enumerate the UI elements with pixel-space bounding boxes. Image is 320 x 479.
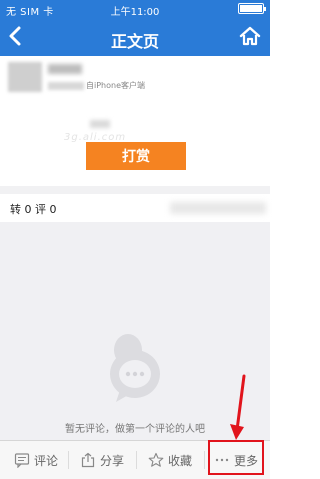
post-time-blurred (48, 81, 84, 90)
stats-bar: 转 0 评 0 (0, 194, 270, 222)
home-icon[interactable] (238, 24, 262, 48)
comment-icon (14, 453, 30, 468)
username-blurred[interactable] (48, 64, 82, 74)
toolbar-separator (204, 451, 205, 469)
toolbar-separator (68, 451, 69, 469)
comment-label: 评论 (34, 453, 59, 468)
status-bar: 无 SIM 卡 上午11:00 (0, 0, 270, 18)
section-divider (0, 186, 270, 194)
post-meta: 自iPhone客户端 (48, 80, 145, 91)
status-time: 上午11:00 (110, 7, 160, 18)
post-content-blurred (90, 120, 110, 128)
favorite-button[interactable]: 收藏 (148, 441, 192, 479)
star-icon (148, 452, 164, 467)
post-card: 自iPhone客户端 3g.ali.com 打赏 (0, 56, 270, 186)
post-source: 自iPhone客户端 (86, 81, 146, 90)
empty-comment-icon (110, 334, 160, 402)
share-label: 分享 (100, 453, 125, 468)
repost-comment-count[interactable]: 转 0 评 0 (10, 201, 57, 217)
share-icon (81, 452, 95, 468)
page-title: 正文页 (110, 32, 159, 51)
nav-bar: 正文页 (0, 18, 270, 56)
highlight-box-annotation (208, 440, 264, 475)
favorite-label: 收藏 (168, 453, 193, 468)
toolbar-separator (136, 451, 137, 469)
avatar[interactable] (8, 62, 42, 92)
battery-icon (238, 3, 266, 14)
red-arrow-annotation (230, 374, 246, 440)
reward-button[interactable]: 打赏 (86, 142, 186, 170)
share-button[interactable]: 分享 (80, 441, 124, 479)
comment-button[interactable]: 评论 (14, 441, 58, 479)
stats-blurred (170, 202, 266, 214)
header: 无 SIM 卡 上午11:00 正文页 (0, 0, 270, 56)
